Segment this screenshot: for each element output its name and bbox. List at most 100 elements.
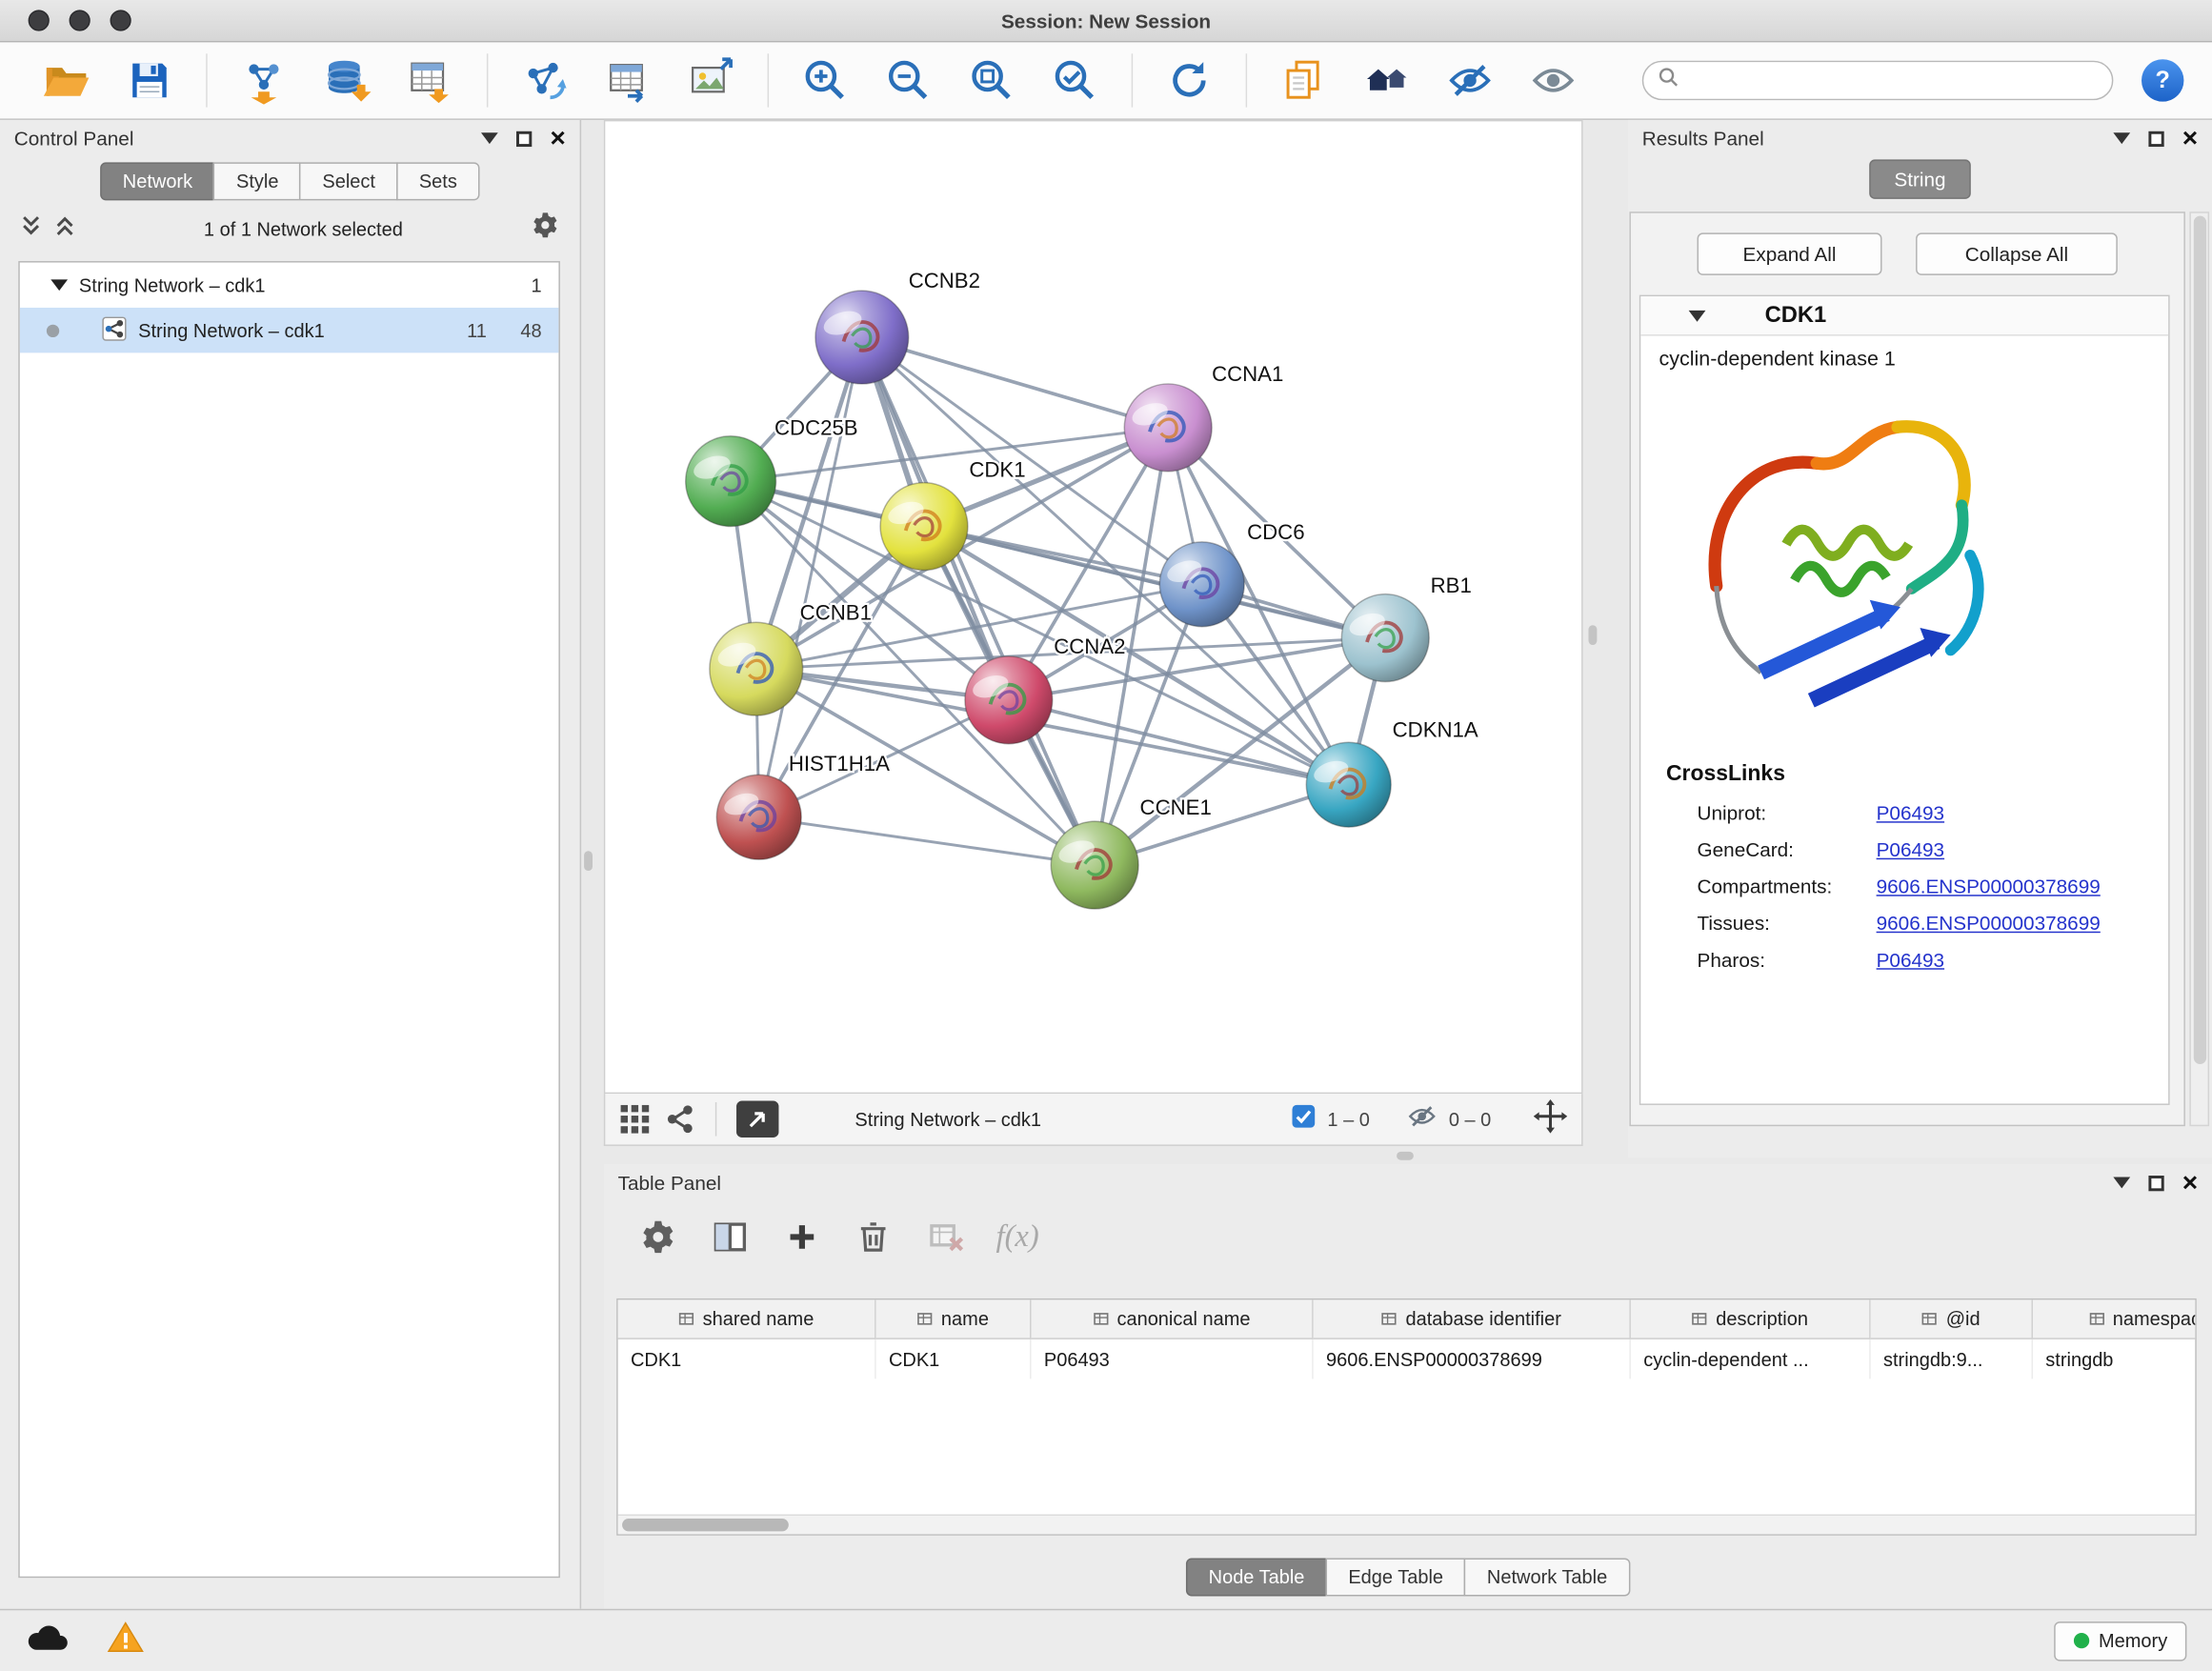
- expand-all-button[interactable]: Expand All: [1698, 232, 1882, 274]
- tree-expand-icon[interactable]: [50, 279, 68, 291]
- column-header-id[interactable]: @id: [1871, 1299, 2033, 1339]
- column-header-canonical-name[interactable]: canonical name: [1032, 1299, 1314, 1339]
- open-session-icon[interactable]: [39, 53, 92, 107]
- show-columns-icon[interactable]: [708, 1215, 750, 1257]
- warning-icon[interactable]: [108, 1621, 145, 1660]
- close-results-icon[interactable]: ×: [2182, 125, 2198, 151]
- network-row[interactable]: String Network – cdk1 11 48: [20, 308, 559, 352]
- node-label-CDK1: CDK1: [969, 458, 1025, 482]
- cell-database-identifier[interactable]: 9606.ENSP00000378699: [1314, 1339, 1631, 1379]
- table-row[interactable]: CDK1 CDK1 P06493 9606.ENSP00000378699 cy…: [618, 1339, 2197, 1379]
- column-header-description[interactable]: description: [1631, 1299, 1871, 1339]
- first-neighbors-icon[interactable]: [1360, 53, 1414, 107]
- collapse-protein-icon[interactable]: [1689, 310, 1706, 321]
- column-header-namespace[interactable]: namespace: [2033, 1299, 2197, 1339]
- tab-select[interactable]: Select: [300, 162, 398, 200]
- collapse-table-panel-icon[interactable]: [2113, 1177, 2130, 1188]
- help-button[interactable]: ?: [2142, 59, 2183, 101]
- column-header-shared-name[interactable]: shared name: [618, 1299, 876, 1339]
- import-network-file-icon[interactable]: [237, 53, 291, 107]
- tab-edge-table[interactable]: Edge Table: [1326, 1558, 1466, 1596]
- cell-namespace[interactable]: stringdb: [2033, 1339, 2197, 1379]
- expand-all-networks-icon[interactable]: [20, 213, 43, 243]
- float-results-icon[interactable]: [2148, 131, 2163, 146]
- pan-crosshair-icon[interactable]: [1534, 1098, 1568, 1139]
- zoom-in-icon[interactable]: [798, 53, 852, 107]
- network-node-CCNE1[interactable]: [1051, 821, 1138, 909]
- save-session-icon[interactable]: [123, 53, 176, 107]
- minimize-window-button[interactable]: [70, 10, 90, 30]
- network-overview-icon[interactable]: [665, 1103, 696, 1135]
- tab-network-table[interactable]: Network Table: [1464, 1558, 1630, 1596]
- network-node-RB1[interactable]: [1341, 594, 1429, 682]
- zoom-selected-icon[interactable]: [1048, 53, 1101, 107]
- network-node-HIST1H1A[interactable]: [716, 775, 801, 859]
- float-table-panel-icon[interactable]: [2148, 1175, 2163, 1190]
- collapse-all-button[interactable]: Collapse All: [1916, 232, 2118, 274]
- tab-node-table[interactable]: Node Table: [1186, 1558, 1327, 1596]
- network-node-CCNB1[interactable]: [710, 622, 803, 715]
- results-scrollbar[interactable]: [2189, 211, 2209, 1126]
- cell-id[interactable]: stringdb:9...: [1871, 1339, 2033, 1379]
- network-node-CDC6[interactable]: [1159, 542, 1244, 627]
- close-table-panel-icon[interactable]: ×: [2182, 1169, 2198, 1196]
- network-options-gear-icon[interactable]: [531, 211, 560, 248]
- cloud-icon[interactable]: [26, 1621, 70, 1660]
- pharos-link[interactable]: P06493: [1877, 949, 2169, 972]
- genecard-link[interactable]: P06493: [1877, 838, 2169, 861]
- table-horizontal-scrollbar[interactable]: [618, 1515, 2196, 1535]
- import-table-icon[interactable]: [404, 53, 457, 107]
- cell-description[interactable]: cyclin-dependent ...: [1631, 1339, 1871, 1379]
- show-all-icon[interactable]: [1526, 53, 1579, 107]
- network-node-CDKN1A[interactable]: [1306, 742, 1391, 827]
- zoom-fit-icon[interactable]: [965, 53, 1018, 107]
- tab-sets[interactable]: Sets: [396, 162, 479, 200]
- collapse-results-icon[interactable]: [2113, 132, 2130, 144]
- new-network-icon[interactable]: [517, 53, 571, 107]
- hidden-eye-slash-icon[interactable]: [1406, 1100, 1438, 1138]
- network-canvas[interactable]: CCNB2CCNA1CDC25BCDK1CDC6RB1CCNB1CCNA2CDK…: [604, 120, 1583, 1094]
- column-header-name[interactable]: name: [876, 1299, 1032, 1339]
- hide-selected-icon[interactable]: [1443, 53, 1497, 107]
- selected-checkbox-icon[interactable]: [1291, 1103, 1317, 1136]
- add-column-icon[interactable]: [780, 1215, 822, 1257]
- cell-canonical-name[interactable]: P06493: [1032, 1339, 1314, 1379]
- network-node-CCNA2[interactable]: [965, 656, 1053, 744]
- tissues-link[interactable]: 9606.ENSP00000378699: [1877, 912, 2169, 935]
- network-collection-row[interactable]: String Network – cdk1 1: [20, 263, 559, 308]
- uniprot-link[interactable]: P06493: [1877, 801, 2169, 824]
- bottom-splitter-handle[interactable]: [1397, 1152, 1414, 1160]
- birdseye-grid-icon[interactable]: [619, 1103, 651, 1135]
- network-node-CDK1[interactable]: [880, 483, 968, 571]
- apply-layout-icon[interactable]: [1162, 53, 1216, 107]
- import-network-database-icon[interactable]: [320, 53, 373, 107]
- zoom-out-icon[interactable]: [882, 53, 935, 107]
- network-node-CCNB2[interactable]: [815, 291, 909, 384]
- column-header-database-identifier[interactable]: database identifier: [1314, 1299, 1631, 1339]
- memory-button[interactable]: Memory: [2054, 1621, 2186, 1660]
- compartments-link[interactable]: 9606.ENSP00000378699: [1877, 875, 2169, 897]
- tab-network[interactable]: Network: [100, 162, 215, 200]
- network-node-CCNA1[interactable]: [1124, 384, 1212, 472]
- search-box[interactable]: [1642, 61, 2114, 100]
- collapse-panel-icon[interactable]: [481, 132, 498, 144]
- detach-view-button[interactable]: [736, 1100, 778, 1137]
- close-window-button[interactable]: [29, 10, 50, 30]
- tab-style[interactable]: Style: [213, 162, 301, 200]
- copy-icon[interactable]: [1277, 53, 1330, 107]
- zoom-window-button[interactable]: [111, 10, 131, 30]
- search-input[interactable]: [1689, 70, 2098, 91]
- close-panel-icon[interactable]: ×: [550, 125, 565, 151]
- cell-shared-name[interactable]: CDK1: [618, 1339, 876, 1379]
- new-table-icon[interactable]: [601, 53, 654, 107]
- left-splitter-handle[interactable]: [584, 851, 593, 871]
- network-node-CDC25B[interactable]: [686, 436, 776, 527]
- network-graph[interactable]: CCNB2CCNA1CDC25BCDK1CDC6RB1CCNB1CCNA2CDK…: [605, 121, 1581, 1092]
- delete-column-icon[interactable]: [852, 1215, 894, 1257]
- collapse-all-networks-icon[interactable]: [53, 213, 76, 243]
- float-panel-icon[interactable]: [516, 131, 532, 146]
- export-image-icon[interactable]: [684, 53, 737, 107]
- right-splitter-handle[interactable]: [1588, 625, 1597, 645]
- tab-string[interactable]: String: [1869, 159, 1971, 198]
- table-settings-gear-icon[interactable]: [636, 1215, 678, 1257]
